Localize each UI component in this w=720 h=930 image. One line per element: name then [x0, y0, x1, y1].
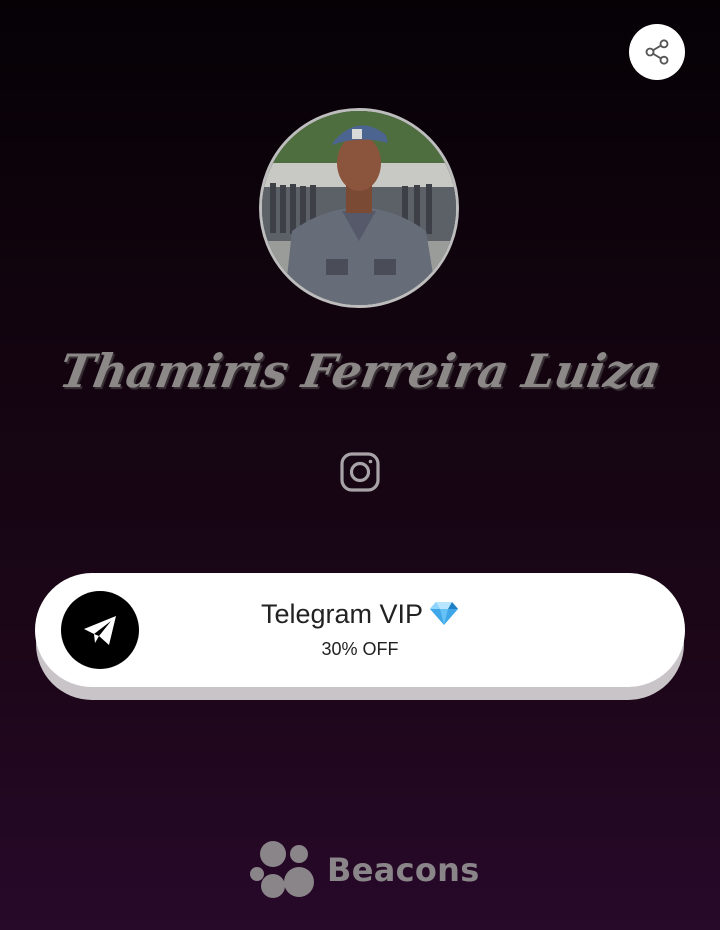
telegram-vip-link[interactable]: Telegram VIP 30% OFF [35, 573, 685, 687]
instagram-icon [340, 452, 380, 492]
brand-name: Beacons [327, 851, 480, 889]
link-subtitle: 30% OFF [321, 639, 399, 659]
diamond-emoji [429, 600, 459, 633]
share-button[interactable] [629, 24, 685, 80]
beacons-footer-link[interactable]: Beacons [249, 838, 480, 902]
profile-name: Thamiris Ferreira Luiza [55, 344, 665, 398]
link-title-row: Telegram VIP [35, 599, 685, 633]
share-icon [645, 39, 669, 65]
beacons-logo-icon [250, 841, 314, 898]
avatar [259, 108, 459, 308]
link-title: Telegram VIP [260, 599, 424, 629]
instagram-link[interactable] [338, 450, 382, 494]
